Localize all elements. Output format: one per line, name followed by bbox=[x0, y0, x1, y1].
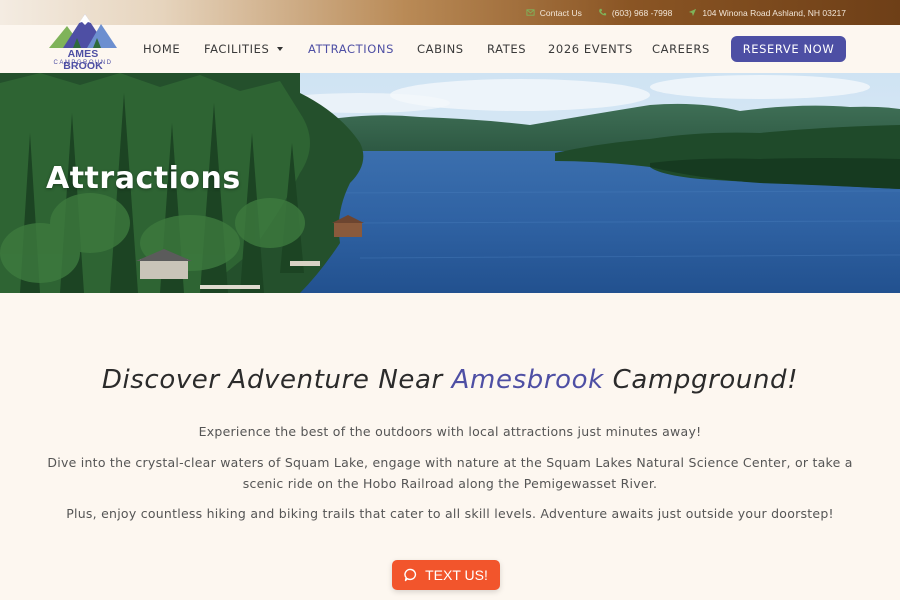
nav-item-facilities[interactable]: FACILITIES bbox=[204, 42, 308, 56]
reserve-now-button[interactable]: RESERVE NOW bbox=[731, 36, 846, 62]
nav-rates-label: RATES bbox=[487, 42, 527, 56]
intro-paragraph: Experience the best of the outdoors with… bbox=[198, 424, 702, 439]
site-header: AMES BROOK CAMPGROUND HOME FACILITIES AT… bbox=[0, 14, 900, 73]
main-nav: HOME FACILITIES ATTRACTIONS CABINS RATES… bbox=[143, 25, 722, 73]
address-text: 104 Winona Road Ashland, NH 03217 bbox=[702, 7, 846, 18]
text-us-label: TEXT US! bbox=[425, 567, 488, 583]
nav-item-attractions[interactable]: ATTRACTIONS bbox=[308, 42, 417, 56]
location-arrow-icon bbox=[689, 8, 697, 17]
contact-label: Contact Us bbox=[539, 7, 582, 18]
attractions-paragraph: Dive into the crystal-clear waters of Sq… bbox=[47, 455, 853, 491]
headline-pre: Discover Adventure Near bbox=[101, 365, 452, 395]
text-us-button[interactable]: TEXT US! bbox=[392, 560, 500, 590]
headline-post: Campground! bbox=[603, 365, 799, 395]
trails-paragraph: Plus, enjoy countless hiking and biking … bbox=[66, 506, 834, 521]
phone-icon bbox=[599, 8, 606, 16]
top-info-bar: Contact Us (603) 968 -7998 104 Winona Ro… bbox=[0, 0, 900, 25]
nav-item-events[interactable]: 2026 EVENTS bbox=[548, 42, 652, 56]
phone-link[interactable]: (603) 968 -7998 bbox=[598, 7, 673, 18]
page-headline: Discover Adventure Near Amesbrook Campgr… bbox=[0, 365, 900, 395]
nav-item-home[interactable]: HOME bbox=[143, 42, 204, 56]
nav-home-label: HOME bbox=[143, 42, 181, 56]
address-link[interactable]: 104 Winona Road Ashland, NH 03217 bbox=[688, 8, 846, 18]
nav-item-rates[interactable]: RATES bbox=[487, 42, 548, 56]
nav-careers-label: CAREERS bbox=[652, 42, 710, 56]
mountain-logo-icon bbox=[49, 14, 117, 48]
mail-icon bbox=[526, 9, 535, 16]
nav-facilities-label: FACILITIES bbox=[204, 42, 270, 56]
site-logo[interactable]: AMES BROOK CAMPGROUND bbox=[46, 8, 120, 72]
nav-item-careers[interactable]: CAREERS bbox=[652, 42, 722, 56]
nav-events-label: 2026 EVENTS bbox=[548, 42, 633, 56]
chevron-down-icon bbox=[277, 47, 284, 51]
contact-link[interactable]: Contact Us bbox=[526, 8, 582, 18]
hero-title: Attractions bbox=[46, 161, 241, 196]
nav-cabins-label: CABINS bbox=[417, 42, 464, 56]
nav-item-cabins[interactable]: CABINS bbox=[417, 42, 487, 56]
main-content: Discover Adventure Near Amesbrook Campgr… bbox=[0, 293, 900, 600]
chat-bubble-icon bbox=[404, 568, 417, 582]
phone-number: (603) 968 -7998 bbox=[611, 7, 673, 18]
logo-subtitle: CAMPGROUND bbox=[53, 60, 113, 66]
headline-accent: Amesbrook bbox=[451, 365, 604, 395]
nav-attractions-label: ATTRACTIONS bbox=[308, 42, 395, 56]
hero-banner: Attractions bbox=[0, 73, 900, 293]
